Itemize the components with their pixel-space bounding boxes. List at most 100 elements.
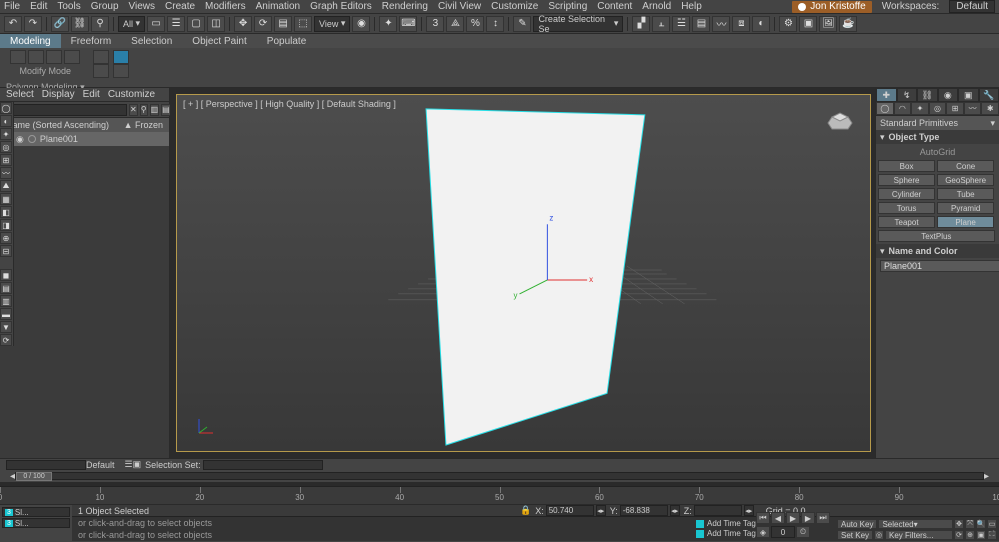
obj-teapot-button[interactable]: Teapot <box>878 216 935 228</box>
obj-cone-button[interactable]: Cone <box>937 160 994 172</box>
autogrid-checkbox[interactable]: AutoGrid <box>878 146 997 158</box>
maxscript-row-2[interactable]: 3Sl... <box>2 518 70 528</box>
menu-tools[interactable]: Tools <box>57 1 80 12</box>
autokey-button[interactable]: Auto Key <box>837 519 877 529</box>
modify-tab[interactable]: ↯ <box>897 88 918 102</box>
bind-button[interactable]: ⚲ <box>91 16 109 32</box>
angle-snap-button[interactable]: ⟁ <box>446 16 464 32</box>
menu-create[interactable]: Create <box>165 1 195 12</box>
vs-btn-18[interactable]: ⟳ <box>0 334 12 346</box>
sel-layers-icon[interactable]: ☰ <box>125 459 133 470</box>
vnav-fov-button[interactable]: ▭ <box>987 519 997 529</box>
spinner-snap-button[interactable]: ↕ <box>486 16 504 32</box>
ribbon-tab-objectpaint[interactable]: Object Paint <box>182 34 256 48</box>
vs-btn-3[interactable]: ✦ <box>0 128 12 140</box>
add-time-tag-1[interactable]: Add Time Tag <box>696 519 756 528</box>
time-slider-right-icon[interactable]: ▸ <box>984 471 989 482</box>
menu-help[interactable]: Help <box>681 1 702 12</box>
rg-extra-2[interactable] <box>93 64 109 78</box>
vs-btn-15[interactable]: ▥ <box>0 295 12 307</box>
add-time-tag-2[interactable]: Add Time Tag <box>696 529 756 538</box>
vs-btn-12[interactable]: ⊟ <box>0 245 12 257</box>
se-menu-select[interactable]: Select <box>6 89 34 100</box>
menu-group[interactable]: Group <box>91 1 119 12</box>
goto-start-button[interactable]: ⏮ <box>756 512 770 524</box>
manipulate-button[interactable]: ✦ <box>379 16 397 32</box>
obj-plane-button[interactable]: Plane <box>937 216 994 228</box>
menu-scripting[interactable]: Scripting <box>548 1 587 12</box>
vnav-dolly-button[interactable]: ⊕ <box>965 530 975 540</box>
prev-frame-button[interactable]: ◀ <box>771 512 785 524</box>
obj-geosphere-button[interactable]: GeoSphere <box>937 174 994 186</box>
user-badge[interactable]: Jon Kristoffe <box>792 1 871 13</box>
time-slider-thumb[interactable]: 0 / 100 <box>16 472 52 481</box>
poly-btn-2[interactable] <box>28 50 44 64</box>
cameras-subtab[interactable]: ◎ <box>929 102 947 115</box>
spacewarps-subtab[interactable]: 〰 <box>964 102 982 115</box>
vnav-maximize-button[interactable]: ⛶ <box>987 530 997 540</box>
se-menu-customize[interactable]: Customize <box>108 89 155 100</box>
keyboard-shortcut-button[interactable]: ⌨ <box>399 16 417 32</box>
obj-pyramid-button[interactable]: Pyramid <box>937 202 994 214</box>
vnav-zoom-button[interactable]: 🔍 <box>976 519 986 529</box>
ribbon-tab-selection[interactable]: Selection <box>121 34 182 48</box>
setkey-large-button[interactable]: ◎ <box>874 530 884 540</box>
se-find-icon[interactable]: ⚲ <box>140 104 148 116</box>
render-production-button[interactable]: 🖼 <box>819 16 837 32</box>
select-object-button[interactable]: ▭ <box>147 16 165 32</box>
link-button[interactable]: 🔗 <box>51 16 69 32</box>
menu-arnold[interactable]: Arnold <box>642 1 671 12</box>
menu-customize[interactable]: Customize <box>491 1 538 12</box>
y-input[interactable] <box>620 505 668 516</box>
edit-named-sel-button[interactable]: ✎ <box>513 16 531 32</box>
ribbon-tab-modeling[interactable]: Modeling <box>0 34 61 48</box>
goto-end-button[interactable]: ⏭ <box>816 512 830 524</box>
redo-button[interactable]: ↷ <box>24 16 42 32</box>
vs-btn-16[interactable]: ▬ <box>0 308 12 320</box>
name-color-rollout[interactable]: ▾Name and Color <box>876 244 999 258</box>
menu-rendering[interactable]: Rendering <box>382 1 428 12</box>
vs-btn-1[interactable]: ◯ <box>0 102 12 114</box>
render-button[interactable]: ☕ <box>839 16 857 32</box>
obj-cylinder-button[interactable]: Cylinder <box>878 188 935 200</box>
geometry-subtab[interactable]: ◯ <box>876 102 894 115</box>
next-frame-button[interactable]: ▶ <box>801 512 815 524</box>
obj-textplus-button[interactable]: TextPlus <box>878 230 995 242</box>
se-clear-icon[interactable]: ✕ <box>129 104 138 116</box>
render-setup-button[interactable]: ⚙ <box>779 16 797 32</box>
vnav-walk-button[interactable]: ⤧ <box>965 519 975 529</box>
hierarchy-tab[interactable]: ⛓ <box>917 88 938 102</box>
time-slider-track[interactable]: 0 / 100 <box>15 472 984 480</box>
motion-tab[interactable]: ◉ <box>938 88 959 102</box>
lock-selection-icon[interactable]: 🔒 <box>520 505 531 516</box>
time-ruler[interactable]: 0102030405060708090100 <box>0 486 999 504</box>
create-tab[interactable]: ✚ <box>876 88 897 102</box>
undo-button[interactable]: ↶ <box>4 16 22 32</box>
play-button[interactable]: ▶ <box>786 512 800 524</box>
vnav-zoomall-button[interactable]: ▣ <box>976 530 986 540</box>
vs-btn-8[interactable]: ▦ <box>0 193 12 205</box>
keyfilter-dropdown-top[interactable]: Selected ▾ <box>878 519 953 529</box>
lights-subtab[interactable]: ✦ <box>911 102 929 115</box>
menu-file[interactable]: File <box>4 1 20 12</box>
menu-content[interactable]: Content <box>597 1 632 12</box>
vs-btn-17[interactable]: ▼ <box>0 321 12 333</box>
y-spinner-icon[interactable]: ◂▸ <box>670 505 680 516</box>
rotate-button[interactable]: ⟳ <box>254 16 272 32</box>
isolate-icon[interactable]: ▣ <box>133 459 142 470</box>
ribbon-tab-freeform[interactable]: Freeform <box>61 34 122 48</box>
object-type-rollout[interactable]: ▾Object Type <box>876 130 999 144</box>
unlink-button[interactable]: ⛓ <box>71 16 89 32</box>
maxscript-row-1[interactable]: 3Sl... <box>2 507 70 517</box>
menu-grapheditors[interactable]: Graph Editors <box>310 1 372 12</box>
key-mode-button[interactable]: ◈ <box>756 526 770 538</box>
window-crossing-button[interactable]: ◫ <box>207 16 225 32</box>
obj-torus-button[interactable]: Torus <box>878 202 935 214</box>
toggle-ribbon-button[interactable]: ▤ <box>692 16 710 32</box>
viewcube-icon[interactable] <box>822 107 858 135</box>
vs-btn-7[interactable]: ⛰ <box>0 180 12 192</box>
vs-btn-11[interactable]: ⊕ <box>0 232 12 244</box>
workspace-dropdown[interactable]: Default <box>949 0 995 13</box>
move-button[interactable]: ✥ <box>234 16 252 32</box>
helpers-subtab[interactable]: ⊞ <box>946 102 964 115</box>
